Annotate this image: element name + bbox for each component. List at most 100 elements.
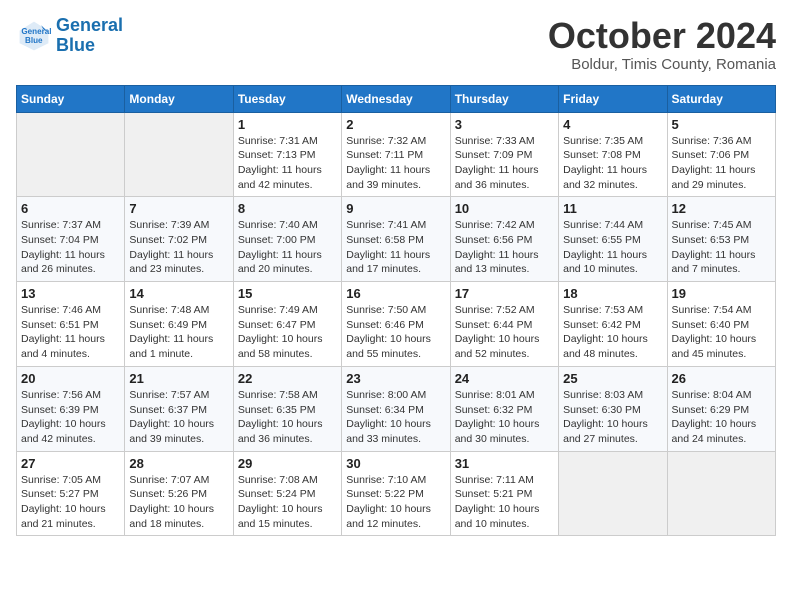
calendar-cell: 19 Sunrise: 7:54 AM Sunset: 6:40 PM Dayli… [667,282,775,367]
day-number: 18 [563,286,662,301]
day-info: Sunrise: 8:01 AM Sunset: 6:32 PM Dayligh… [455,388,554,447]
day-number: 25 [563,371,662,386]
calendar-title: October 2024 [548,16,776,56]
day-info: Sunrise: 7:35 AM Sunset: 7:08 PM Dayligh… [563,134,662,193]
logo-icon: General Blue [16,18,52,54]
day-number: 29 [238,456,337,471]
calendar-cell: 7 Sunrise: 7:39 AM Sunset: 7:02 PM Daylig… [125,197,233,282]
calendar-cell: 20 Sunrise: 7:56 AM Sunset: 6:39 PM Dayli… [17,366,125,451]
day-info: Sunrise: 7:36 AM Sunset: 7:06 PM Dayligh… [672,134,771,193]
day-number: 19 [672,286,771,301]
calendar-cell: 12Sunrise: 7:45 AM Sunset: 6:53 PM Dayli… [667,197,775,282]
page-header: General Blue General Blue October 2024 B… [16,16,776,73]
calendar-cell: 10 Sunrise: 7:42 AM Sunset: 6:56 PM Dayli… [450,197,558,282]
logo: General Blue General Blue [16,16,123,56]
day-number: 26 [672,371,771,386]
day-number: 24 [455,371,554,386]
day-number: 22 [238,371,337,386]
day-number: 8 [238,201,337,216]
day-number: 28 [129,456,228,471]
calendar-cell: 18 Sunrise: 7:53 AM Sunset: 6:42 PM Dayli… [559,282,667,367]
day-number: 14 [129,286,228,301]
day-info: Sunrise: 7:41 AM Sunset: 6:58 PM Dayligh… [346,218,445,277]
weekday-header: Saturday [667,85,775,112]
calendar-week-row: 27 Sunrise: 7:05 AM Sunset: 5:27 PM Dayli… [17,451,776,536]
day-number: 12 [672,201,771,216]
day-info: Sunrise: 7:46 AM Sunset: 6:51 PM Dayligh… [21,303,120,362]
calendar-cell: 6 Sunrise: 7:37 AM Sunset: 7:04 PM Daylig… [17,197,125,282]
calendar-week-row: 13 Sunrise: 7:46 AM Sunset: 6:51 PM Dayli… [17,282,776,367]
day-info: Sunrise: 7:40 AM Sunset: 7:00 PM Dayligh… [238,218,337,277]
calendar-cell: 28Sunrise: 7:07 AM Sunset: 5:26 PM Dayli… [125,451,233,536]
day-number: 21 [129,371,228,386]
day-number: 16 [346,286,445,301]
calendar-cell [17,112,125,197]
title-block: October 2024 Boldur, Timis County, Roman… [548,16,776,73]
weekday-header: Wednesday [342,85,450,112]
day-number: 30 [346,456,445,471]
calendar-week-row: 1Sunrise: 7:31 AM Sunset: 7:13 PM Daylig… [17,112,776,197]
day-number: 7 [129,201,228,216]
day-info: Sunrise: 7:39 AM Sunset: 7:02 PM Dayligh… [129,218,228,277]
weekday-header-row: SundayMondayTuesdayWednesdayThursdayFrid… [17,85,776,112]
calendar-cell: 23 Sunrise: 8:00 AM Sunset: 6:34 PM Dayli… [342,366,450,451]
day-number: 9 [346,201,445,216]
calendar-cell [125,112,233,197]
calendar-cell [667,451,775,536]
weekday-header: Sunday [17,85,125,112]
calendar-table: SundayMondayTuesdayWednesdayThursdayFrid… [16,85,776,537]
calendar-cell: 24 Sunrise: 8:01 AM Sunset: 6:32 PM Dayli… [450,366,558,451]
calendar-cell: 17 Sunrise: 7:52 AM Sunset: 6:44 PM Dayli… [450,282,558,367]
calendar-cell: 26Sunrise: 8:04 AM Sunset: 6:29 PM Dayli… [667,366,775,451]
calendar-cell: 16 Sunrise: 7:50 AM Sunset: 6:46 PM Dayli… [342,282,450,367]
weekday-header: Thursday [450,85,558,112]
day-info: Sunrise: 7:33 AM Sunset: 7:09 PM Dayligh… [455,134,554,193]
day-info: Sunrise: 7:05 AM Sunset: 5:27 PM Dayligh… [21,473,120,532]
calendar-cell: 14 Sunrise: 7:48 AM Sunset: 6:49 PM Dayli… [125,282,233,367]
svg-text:Blue: Blue [25,36,43,45]
calendar-cell: 1Sunrise: 7:31 AM Sunset: 7:13 PM Daylig… [233,112,341,197]
day-number: 6 [21,201,120,216]
day-number: 11 [563,201,662,216]
day-number: 4 [563,117,662,132]
day-number: 20 [21,371,120,386]
day-info: Sunrise: 7:54 AM Sunset: 6:40 PM Dayligh… [672,303,771,362]
calendar-cell: 30Sunrise: 7:10 AM Sunset: 5:22 PM Dayli… [342,451,450,536]
day-number: 10 [455,201,554,216]
weekday-header: Friday [559,85,667,112]
day-info: Sunrise: 7:31 AM Sunset: 7:13 PM Dayligh… [238,134,337,193]
calendar-cell: 27 Sunrise: 7:05 AM Sunset: 5:27 PM Dayli… [17,451,125,536]
day-number: 23 [346,371,445,386]
day-info: Sunrise: 7:50 AM Sunset: 6:46 PM Dayligh… [346,303,445,362]
calendar-cell: 11Sunrise: 7:44 AM Sunset: 6:55 PM Dayli… [559,197,667,282]
calendar-cell: 2Sunrise: 7:32 AM Sunset: 7:11 PM Daylig… [342,112,450,197]
calendar-cell: 15Sunrise: 7:49 AM Sunset: 6:47 PM Dayli… [233,282,341,367]
svg-text:General: General [21,27,51,36]
day-info: Sunrise: 7:32 AM Sunset: 7:11 PM Dayligh… [346,134,445,193]
calendar-week-row: 20 Sunrise: 7:56 AM Sunset: 6:39 PM Dayli… [17,366,776,451]
day-number: 3 [455,117,554,132]
day-info: Sunrise: 7:37 AM Sunset: 7:04 PM Dayligh… [21,218,120,277]
logo-text: General Blue [56,16,123,56]
day-number: 27 [21,456,120,471]
calendar-cell [559,451,667,536]
day-info: Sunrise: 7:57 AM Sunset: 6:37 PM Dayligh… [129,388,228,447]
calendar-cell: 29Sunrise: 7:08 AM Sunset: 5:24 PM Dayli… [233,451,341,536]
calendar-cell: 8 Sunrise: 7:40 AM Sunset: 7:00 PM Daylig… [233,197,341,282]
calendar-cell: 22 Sunrise: 7:58 AM Sunset: 6:35 PM Dayli… [233,366,341,451]
day-number: 13 [21,286,120,301]
day-info: Sunrise: 7:52 AM Sunset: 6:44 PM Dayligh… [455,303,554,362]
calendar-cell: 25Sunrise: 8:03 AM Sunset: 6:30 PM Dayli… [559,366,667,451]
day-info: Sunrise: 7:58 AM Sunset: 6:35 PM Dayligh… [238,388,337,447]
day-number: 15 [238,286,337,301]
day-number: 17 [455,286,554,301]
day-info: Sunrise: 7:48 AM Sunset: 6:49 PM Dayligh… [129,303,228,362]
calendar-cell: 3 Sunrise: 7:33 AM Sunset: 7:09 PM Daylig… [450,112,558,197]
calendar-cell: 4 Sunrise: 7:35 AM Sunset: 7:08 PM Daylig… [559,112,667,197]
day-number: 31 [455,456,554,471]
day-info: Sunrise: 7:56 AM Sunset: 6:39 PM Dayligh… [21,388,120,447]
day-info: Sunrise: 8:00 AM Sunset: 6:34 PM Dayligh… [346,388,445,447]
weekday-header: Tuesday [233,85,341,112]
day-info: Sunrise: 7:53 AM Sunset: 6:42 PM Dayligh… [563,303,662,362]
day-info: Sunrise: 7:42 AM Sunset: 6:56 PM Dayligh… [455,218,554,277]
